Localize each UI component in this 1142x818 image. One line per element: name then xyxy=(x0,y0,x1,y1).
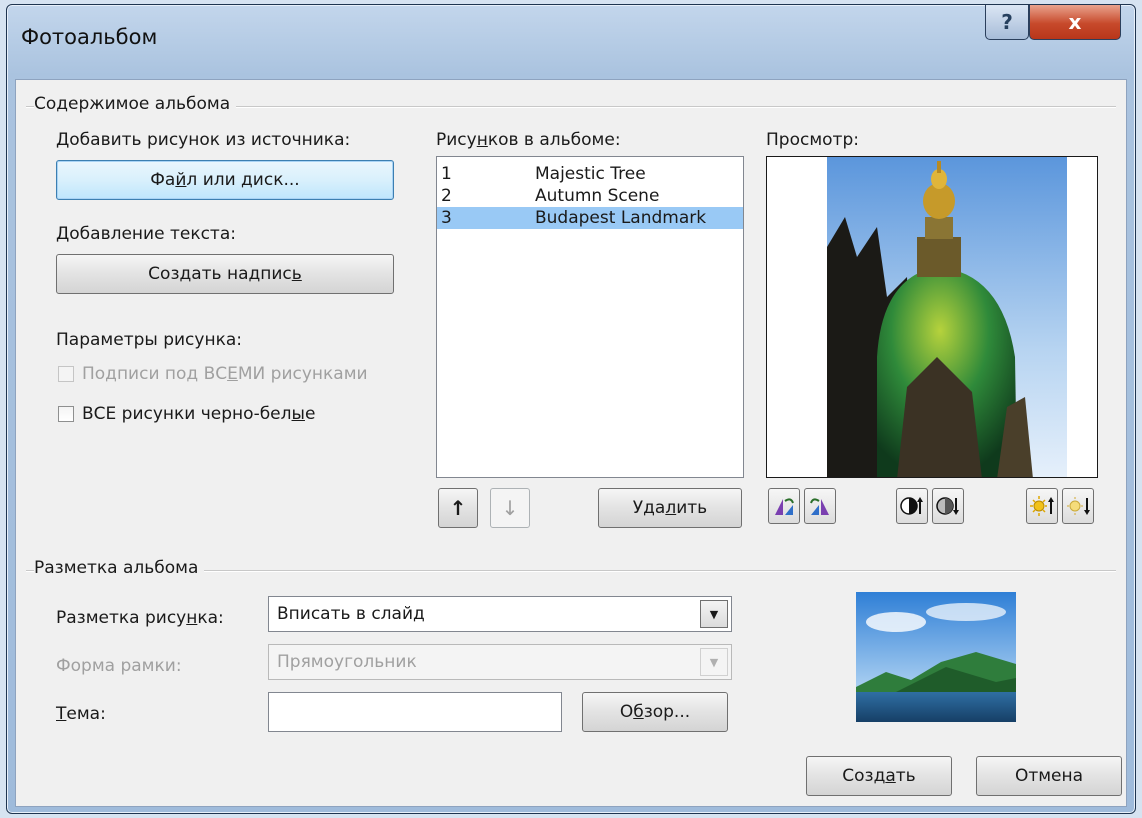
frame-shape-label: Форма рамки: xyxy=(56,656,182,676)
browse-text-1: О xyxy=(619,702,634,722)
browse-accel: б xyxy=(633,702,644,722)
file-button-text-1: Фа xyxy=(150,170,176,190)
theme-label: Тема: xyxy=(56,704,106,724)
theme-label-accel: Т xyxy=(56,704,67,724)
move-down-button[interactable]: ↓ xyxy=(490,488,530,528)
help-icon: ? xyxy=(1001,10,1013,34)
theme-input[interactable] xyxy=(268,692,562,732)
captions-below-all-checkbox[interactable] xyxy=(58,366,74,382)
cancel-button[interactable]: Отмена xyxy=(976,756,1122,796)
layout-group-title: Разметка альбома xyxy=(34,558,205,578)
help-button[interactable]: ? xyxy=(985,5,1029,40)
rotate-left-button[interactable] xyxy=(768,488,800,524)
file-or-disk-button[interactable]: Фа й л или диск... xyxy=(56,160,394,200)
add-text-label: Добавление текста: xyxy=(56,224,236,244)
preview-photo-budapest xyxy=(767,157,1097,477)
delete-button[interactable]: Уда л ить xyxy=(598,488,742,528)
preview-label: Просмотр: xyxy=(766,130,859,150)
bw-accel: ы xyxy=(291,404,305,424)
list-item-selected[interactable]: 3 Budapest Landmark xyxy=(437,207,743,229)
layout-label-text-2: ка: xyxy=(197,608,224,628)
picture-layout-label: Разметка рисунка: xyxy=(56,608,224,628)
captions-accel: Е xyxy=(227,364,238,384)
captions-text-2: МИ рисунками xyxy=(237,364,368,384)
brightness-up-icon xyxy=(1030,496,1054,516)
dialog-body: Содержимое альбома Добавить рисунок из и… xyxy=(15,79,1127,807)
contrast-down-button[interactable] xyxy=(932,488,964,524)
delete-text-1: Уда xyxy=(632,498,666,518)
item-number: 1 xyxy=(441,164,452,184)
bw-text-2: е xyxy=(304,404,316,424)
title-bar[interactable]: Фотоальбом ? x xyxy=(7,5,1135,77)
item-name: Autumn Scene xyxy=(535,186,660,206)
contrast-up-icon xyxy=(900,497,923,515)
all-black-white-option[interactable]: ВСЕ рисунки черно-белые xyxy=(58,404,315,424)
close-icon: x xyxy=(1068,10,1082,34)
list-item[interactable]: 1 Majestic Tree xyxy=(437,163,743,185)
brightness-down-icon xyxy=(1067,497,1090,515)
frame-shape-select[interactable]: Прямоугольник ▼ xyxy=(268,644,732,680)
rotate-right-icon xyxy=(810,498,829,515)
create-text-2: ть xyxy=(895,766,916,786)
layout-preview-thumbnail xyxy=(856,592,1016,722)
dropdown-arrow-icon[interactable]: ▼ xyxy=(700,648,728,676)
caption-button-accel: ь xyxy=(291,264,302,284)
list-item[interactable]: 2 Autumn Scene xyxy=(437,185,743,207)
bw-text-1: ВСЕ рисунки черно-бел xyxy=(82,404,292,424)
arrow-down-icon: ↓ xyxy=(501,496,519,520)
file-button-accel: й xyxy=(175,170,187,190)
move-up-button[interactable]: ↑ xyxy=(438,488,478,528)
contrast-up-button[interactable] xyxy=(896,488,928,524)
pictures-listbox[interactable]: 1 Majestic Tree 2 Autumn Scene 3 Budapest L… xyxy=(436,156,744,478)
item-name: Budapest Landmark xyxy=(535,208,707,228)
preview-image-frame xyxy=(766,156,1098,478)
add-picture-label: Добавить рисунок из источника: xyxy=(56,130,351,150)
create-accel: а xyxy=(885,766,896,786)
rotate-left-icon xyxy=(775,498,794,515)
item-number: 2 xyxy=(441,186,452,206)
pictures-label-accel: н xyxy=(476,130,488,150)
brightness-down-button[interactable] xyxy=(1062,488,1094,524)
theme-label-text-2: ема: xyxy=(66,704,106,724)
item-name: Majestic Tree xyxy=(535,164,646,184)
captions-below-all-option[interactable]: Подписи под ВСЕМИ рисунками xyxy=(58,364,368,384)
rotate-right-button[interactable] xyxy=(804,488,836,524)
caption-button-text: Создать надпис xyxy=(148,264,292,284)
browse-button[interactable]: Об зор... xyxy=(582,692,728,732)
close-button[interactable]: x xyxy=(1029,5,1121,40)
frame-shape-value: Прямоугольник xyxy=(277,652,417,672)
delete-accel: л xyxy=(665,498,677,518)
captions-text-1: Подписи под ВС xyxy=(82,364,228,384)
contrast-down-icon xyxy=(936,497,959,515)
layout-preview-image xyxy=(856,592,1016,722)
picture-layout-value: Вписать в слайд xyxy=(277,604,425,624)
pictures-in-album-label: Рисунков в альбоме: xyxy=(436,130,621,150)
layout-label-accel: н xyxy=(186,608,198,628)
browse-text-2: зор... xyxy=(643,702,691,722)
brightness-up-button[interactable] xyxy=(1026,488,1058,524)
pictures-label-text-1: Рису xyxy=(436,130,477,150)
picture-layout-select[interactable]: Вписать в слайд ▼ xyxy=(268,596,732,632)
create-button[interactable]: Созд а ть xyxy=(806,756,952,796)
layout-label-text-1: Разметка рису xyxy=(56,608,187,628)
pictures-label-text-2: ков в альбоме: xyxy=(487,130,621,150)
photo-album-dialog: Фотоальбом ? x Содержимое альбома Добави… xyxy=(6,4,1136,814)
delete-text-2: ить xyxy=(676,498,708,518)
file-button-text-2: л или диск... xyxy=(186,170,300,190)
arrow-up-icon: ↑ xyxy=(449,496,467,520)
new-caption-button[interactable]: Создать надпис ь xyxy=(56,254,394,294)
content-group-title: Содержимое альбома xyxy=(34,94,237,114)
dropdown-arrow-icon[interactable]: ▼ xyxy=(700,600,728,628)
dialog-title: Фотоальбом xyxy=(21,25,158,49)
item-number: 3 xyxy=(441,208,452,228)
all-black-white-checkbox[interactable] xyxy=(58,406,74,422)
create-text-1: Созд xyxy=(842,766,886,786)
picture-options-label: Параметры рисунка: xyxy=(56,330,242,350)
